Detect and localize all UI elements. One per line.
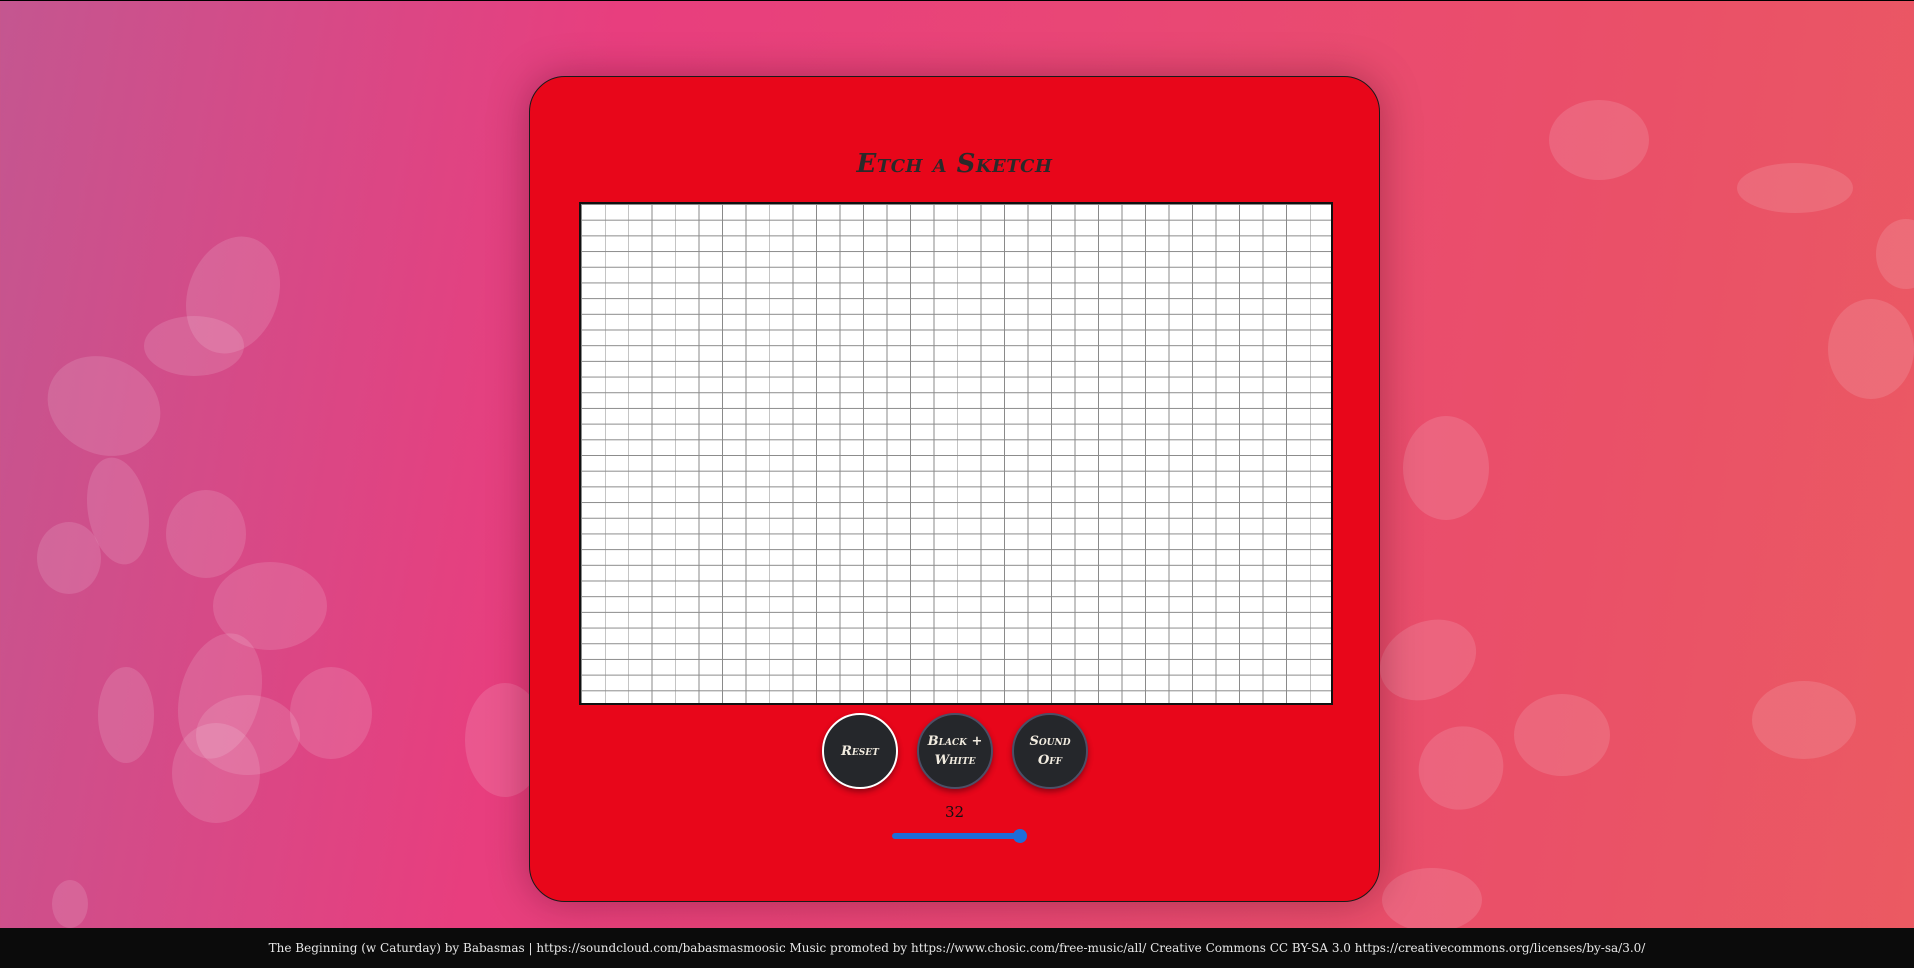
- top-border-line: [0, 0, 1914, 1]
- slider-track[interactable]: [892, 833, 1020, 839]
- music-credit-text: The Beginning (w Caturday) by Babasmas |…: [268, 941, 1646, 955]
- reset-button[interactable]: Reset: [822, 713, 898, 789]
- background-bubble: [1514, 694, 1610, 776]
- background-bubble: [1366, 604, 1490, 716]
- background-bubble: [1402, 709, 1520, 827]
- app-title: Etch a Sketch: [856, 149, 1053, 179]
- sound-toggle-button-label: Sound Off: [1029, 734, 1071, 768]
- background-bubble: [37, 522, 101, 594]
- background-bubble: [1403, 416, 1489, 520]
- black-white-button-label: Black + White: [927, 734, 983, 768]
- grid-size-slider[interactable]: [892, 829, 1027, 843]
- background-bubble: [1737, 163, 1853, 213]
- etch-a-sketch-frame: Etch a Sketch Reset Black + White Sound …: [529, 76, 1380, 902]
- background-bubble: [1549, 100, 1649, 180]
- background-bubble: [98, 667, 154, 763]
- black-white-button[interactable]: Black + White: [917, 713, 993, 789]
- background-bubble: [1828, 299, 1914, 399]
- background-bubble: [1876, 219, 1914, 289]
- control-panel: Reset Black + White Sound Off: [530, 713, 1379, 793]
- background-bubble: [52, 880, 88, 928]
- slider-thumb[interactable]: [1013, 829, 1027, 843]
- reset-button-label: Reset: [841, 743, 879, 759]
- music-credit-footer: The Beginning (w Caturday) by Babasmas |…: [0, 928, 1914, 968]
- sketch-grid[interactable]: [579, 202, 1333, 705]
- background-bubble: [1752, 681, 1856, 759]
- background-bubble: [144, 316, 244, 376]
- grid-size-value: 32: [944, 803, 965, 821]
- background-bubble: [290, 667, 372, 759]
- background-bubble: [1382, 868, 1482, 932]
- background-bubble: [166, 490, 246, 578]
- sound-toggle-button[interactable]: Sound Off: [1012, 713, 1088, 789]
- background-bubble: [172, 723, 260, 823]
